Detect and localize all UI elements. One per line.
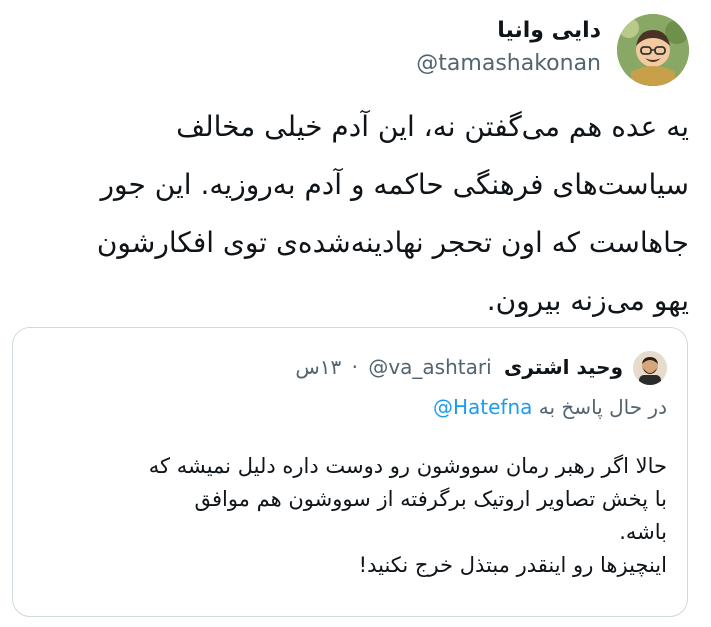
tweet-text: یه عده هم می‌گفتن نه، این آدم خیلی مخالف… [25,98,689,330]
tweet-text-line: یهو می‌زنه بیرون. [486,284,689,317]
quoted-timestamp[interactable]: ۱۳س [295,355,341,379]
replying-to: در حال پاسخ به @Hatefna [433,392,667,422]
quoted-tweet-card[interactable]: وحید اشتری @va_ashtari · ۱۳س در حال پاسخ… [12,327,688,617]
quoted-text-line: باشه. [619,520,667,544]
avatar[interactable] [617,14,689,86]
user-handle[interactable]: @tamashakonan [416,48,601,80]
quoted-text-line: با پخش تصاویر اروتیک برگرفته از سووشون ه… [194,487,667,511]
replying-to-handle[interactable]: @Hatefna [433,395,532,419]
tweet-text-line: یه عده هم می‌گفتن نه، این آدم خیلی مخالف [176,110,689,143]
quoted-user-handle[interactable]: @va_ashtari [368,355,491,379]
avatar-man-beard-icon [633,351,667,385]
tweet-text-line: سیاست‌های فرهنگی حاکمه و آدم به‌روزیه. ا… [100,168,690,201]
tweet-text-line: جاهاست که اون تحجر نهادینه‌شده‌ی توی افک… [96,226,689,259]
quoted-display-name[interactable]: وحید اشتری [504,355,623,379]
separator-dot: · [351,355,358,379]
replying-to-label: در حال پاسخ به [538,395,667,419]
quoted-text-line: حالا اگر رهبر رمان سووشون رو دوست داره د… [148,454,667,478]
quoted-meta: وحید اشتری @va_ashtari · ۱۳س [295,352,623,382]
quoted-tweet-header: وحید اشتری @va_ashtari · ۱۳س [33,348,667,385]
quoted-text-line: اینچیزها رو اینقدر مبتذل خرج نکنید! [358,553,667,577]
author-info: دایی وانیا @tamashakonan [416,16,601,80]
avatar-cartoon-man-icon [617,14,689,86]
quoted-tweet-text: حالا اگر رهبر رمان سووشون رو دوست داره د… [37,450,667,582]
tweet-header: دایی وانیا @tamashakonan [22,14,689,94]
display-name[interactable]: دایی وانیا [416,16,601,46]
quoted-avatar[interactable] [633,351,667,385]
